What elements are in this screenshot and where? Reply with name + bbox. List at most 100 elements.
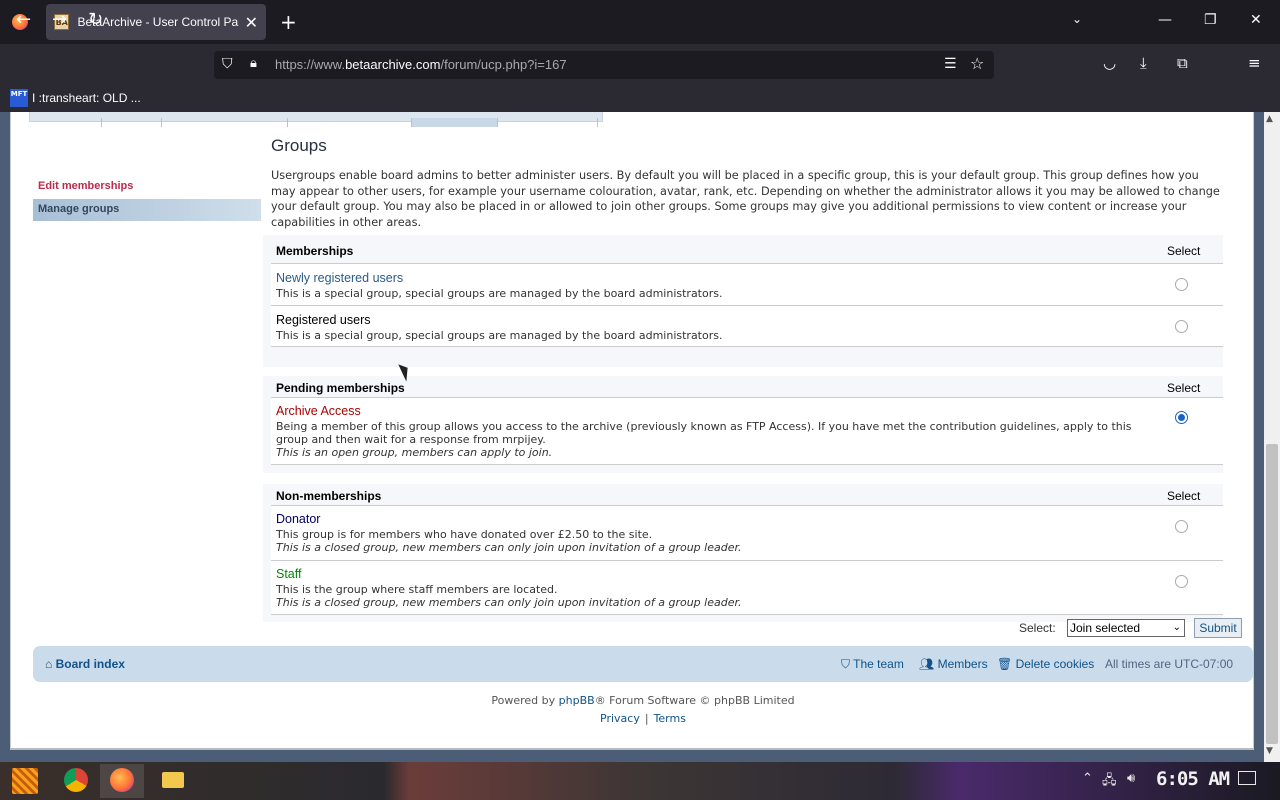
lock-icon[interactable]: 🔒︎ — [250, 56, 257, 71]
url-text[interactable]: https://www.betaarchive.com/forum/ucp.ph… — [275, 57, 567, 72]
scroll-up-arrow-icon[interactable]: ▲ — [1266, 114, 1273, 124]
browser-tab-active[interactable]: BA BetaArchive - User Control Panel ✕ — [46, 4, 266, 40]
restore-icon[interactable]: ❐ — [1204, 12, 1217, 28]
ucp-tab[interactable] — [30, 118, 102, 127]
ucp-tab-active[interactable] — [412, 118, 498, 127]
ucp-tab[interactable] — [162, 118, 288, 127]
page-wrapper: Edit memberships Manage groups Groups Us… — [10, 112, 1254, 750]
close-window-icon[interactable]: ✕ — [1250, 12, 1262, 28]
terms-link[interactable]: Terms — [654, 712, 686, 725]
copyright: Powered by phpBB® Forum Software © phpBB… — [11, 694, 1275, 707]
start-button-icon[interactable] — [12, 768, 38, 794]
group-radio[interactable] — [1175, 320, 1188, 333]
close-tab-icon[interactable]: ✕ — [245, 13, 258, 32]
network-icon[interactable]: 🖧︎ — [1102, 771, 1117, 793]
group-description: This is a special group, special groups … — [276, 287, 723, 300]
notifications-icon[interactable] — [1238, 771, 1256, 785]
reader-view-icon[interactable]: ☰ — [944, 56, 957, 72]
delete-cookies-link[interactable]: 🗑︎ Delete cookies — [997, 657, 1094, 671]
tray-overflow-icon[interactable]: ⌃ — [1082, 771, 1093, 786]
panel-heading: Non-memberships — [276, 489, 382, 503]
board-index-label: Board index — [55, 657, 125, 671]
members-link[interactable]: 👥︎ Members — [919, 657, 988, 671]
privacy-link[interactable]: Privacy — [600, 712, 640, 725]
trash-icon: 🗑︎ — [997, 657, 1013, 671]
group-link-registered[interactable]: Registered users — [276, 313, 371, 327]
new-tab-icon[interactable]: + — [280, 10, 297, 34]
group-note: This is an open group, members can apply… — [276, 446, 553, 459]
shield-icon: ⛉ — [841, 657, 851, 671]
action-select[interactable]: Join selected ⌄ — [1067, 619, 1185, 637]
pocket-icon[interactable]: ◡ — [1103, 54, 1116, 72]
group-link-staff[interactable]: Staff — [276, 567, 301, 581]
action-select-label: Select: — [1019, 621, 1056, 635]
powered-rest-text: ® Forum Software © phpBB Limited — [594, 694, 795, 707]
the-team-link[interactable]: ⛉ The team — [841, 657, 904, 672]
select-column-header: Select — [1167, 244, 1201, 258]
taskbar-clock[interactable]: 6:05 AM — [1156, 768, 1230, 790]
firefox-taskbar-icon[interactable] — [110, 768, 134, 792]
group-description: This group is for members who have donat… — [276, 528, 653, 541]
minimize-icon[interactable]: — — [1158, 12, 1172, 28]
separator: | — [644, 712, 649, 725]
powered-by-text: Powered by — [491, 694, 556, 707]
users-icon: 👥︎ — [919, 657, 935, 671]
panel-heading: Memberships — [276, 244, 354, 258]
members-label: Members — [937, 657, 988, 671]
group-row: Newly registered users This is a special… — [271, 263, 1223, 305]
page-title: Groups — [271, 136, 327, 155]
group-row: Archive Access Being a member of this gr… — [271, 397, 1223, 465]
bookmarks-toolbar — [0, 86, 1280, 112]
bookmark-favicon-icon: MFT — [10, 89, 28, 107]
group-radio[interactable] — [1175, 520, 1188, 533]
group-radio-selected[interactable] — [1175, 411, 1188, 424]
panel-heading: Pending memberships — [276, 381, 405, 395]
board-index-link[interactable]: ⌂ Board index — [45, 657, 125, 671]
volume-icon[interactable]: 🔊︎ — [1127, 771, 1135, 786]
reload-icon[interactable]: ↻ — [88, 10, 103, 30]
back-arrow-icon[interactable]: ← — [16, 10, 31, 30]
timezone-text: All times are UTC-07:00 — [1105, 657, 1234, 671]
group-row: Staff This is the group where staff memb… — [271, 560, 1223, 615]
scroll-down-arrow-icon[interactable]: ▼ — [1266, 746, 1273, 756]
tab-list-chevron-icon[interactable]: ⌄ — [1072, 12, 1082, 26]
ucp-sidebar: Edit memberships Manage groups — [33, 176, 261, 221]
chevron-down-icon: ⌄ — [1172, 622, 1181, 633]
scroll-thumb[interactable] — [1266, 444, 1278, 744]
phpbb-link[interactable]: phpBB — [559, 694, 595, 707]
group-row: Registered users This is a special group… — [271, 305, 1223, 347]
group-note: This is a closed group, new members can … — [276, 596, 742, 609]
select-column-header: Select — [1167, 381, 1201, 395]
ucp-tab[interactable] — [498, 118, 598, 127]
group-link-donator[interactable]: Donator — [276, 512, 320, 526]
ucp-tab[interactable] — [288, 118, 412, 127]
pending-memberships-panel: Pending memberships Select Archive Acces… — [263, 376, 1223, 473]
downloads-icon[interactable]: ⤓ — [1140, 54, 1147, 72]
group-radio[interactable] — [1175, 575, 1188, 588]
bookmark-star-icon[interactable]: ☆ — [970, 54, 984, 73]
group-description: This is the group where staff members ar… — [276, 583, 558, 596]
forward-arrow-icon[interactable]: → — [52, 10, 67, 30]
ucp-tab[interactable] — [102, 118, 162, 127]
submit-button[interactable]: Submit — [1194, 618, 1242, 638]
select-column-header: Select — [1167, 489, 1201, 503]
group-link-newly-registered[interactable]: Newly registered users — [276, 271, 403, 285]
group-link-archive-access[interactable]: Archive Access — [276, 404, 361, 418]
bookmark-item[interactable]: I :transheart: OLD ... — [32, 91, 141, 105]
extensions-icon[interactable]: ⧉ — [1177, 54, 1188, 72]
non-memberships-panel: Non-memberships Select Donator This grou… — [263, 484, 1223, 622]
tracking-shield-icon[interactable]: ⛉ — [222, 56, 233, 72]
action-select-value: Join selected — [1070, 621, 1141, 635]
hamburger-menu-icon[interactable]: ≡ — [1248, 54, 1261, 72]
intro-text: Usergroups enable board admins to better… — [271, 169, 1220, 229]
ucp-tabs-strip — [29, 112, 603, 127]
file-explorer-icon[interactable] — [162, 772, 184, 788]
chrome-icon[interactable] — [64, 768, 88, 792]
group-radio[interactable] — [1175, 278, 1188, 291]
delete-cookies-label: Delete cookies — [1015, 657, 1095, 671]
home-icon: ⌂ — [45, 657, 53, 671]
sidebar-item-manage-groups[interactable]: Manage groups — [33, 199, 261, 221]
group-row: Donator This group is for members who ha… — [271, 505, 1223, 560]
the-team-label: The team — [853, 657, 904, 671]
sidebar-item-edit-memberships[interactable]: Edit memberships — [33, 176, 261, 198]
